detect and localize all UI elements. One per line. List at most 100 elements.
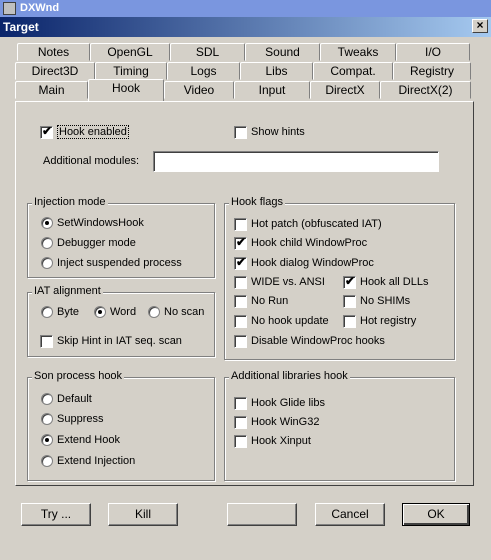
checkbox-box[interactable] — [234, 275, 247, 289]
hook-enabled-checkbox[interactable]: ✔ Hook enabled — [40, 124, 129, 140]
radio-label: Byte — [57, 306, 80, 318]
no-run-checkbox[interactable]: No Run — [234, 293, 288, 309]
close-button[interactable]: × — [472, 19, 488, 33]
hook-child-windowproc-checkbox[interactable]: ✔ Hook child WindowProc — [234, 235, 367, 251]
radio-suppress[interactable]: Suppress — [41, 411, 103, 427]
tab-registry[interactable]: Registry — [393, 62, 471, 80]
hook-wing32-checkbox[interactable]: Hook WinG32 — [234, 414, 319, 430]
radio-circle[interactable] — [41, 455, 53, 467]
hook-all-dlls-checkbox[interactable]: ✔ Hook all DLLs — [343, 274, 428, 290]
checkmark-icon: ✔ — [42, 123, 53, 138]
radio-circle[interactable] — [41, 413, 53, 425]
wide-vs-ansi-checkbox[interactable]: WIDE vs. ANSI — [234, 274, 325, 290]
checkbox-box[interactable] — [234, 396, 247, 410]
radio-setwindowshook[interactable]: SetWindowsHook — [41, 215, 144, 231]
background-app-titlebar: DXWnd — [0, 0, 491, 17]
no-hook-update-checkbox[interactable]: No hook update — [234, 313, 329, 329]
radio-inject-suspended[interactable]: Inject suspended process — [41, 255, 182, 271]
radio-circle[interactable] — [94, 306, 106, 318]
tab-video[interactable]: Video — [164, 81, 234, 99]
radio-label: Debugger mode — [57, 237, 136, 249]
radio-circle[interactable] — [148, 306, 160, 318]
radio-default[interactable]: Default — [41, 391, 92, 407]
checkbox-box[interactable] — [234, 125, 247, 139]
radio-label: Extend Injection — [57, 455, 136, 467]
hook-dialog-windowproc-checkbox[interactable]: ✔ Hook dialog WindowProc — [234, 255, 374, 271]
checkbox-box[interactable]: ✔ — [234, 235, 247, 250]
show-hints-checkbox[interactable]: Show hints — [234, 124, 305, 140]
radio-debugger-mode[interactable]: Debugger mode — [41, 235, 136, 251]
close-icon: × — [476, 18, 484, 32]
checkbox-box[interactable] — [234, 314, 247, 328]
no-shims-checkbox[interactable]: No SHIMs — [343, 293, 410, 309]
hot-registry-checkbox[interactable]: Hot registry — [343, 313, 416, 329]
checkmark-icon: ✔ — [236, 254, 247, 269]
tab-io[interactable]: I/O — [396, 43, 470, 61]
tab-directx2[interactable]: DirectX(2) — [380, 81, 471, 99]
radio-circle[interactable] — [41, 217, 53, 229]
tab-hook[interactable]: Hook — [88, 79, 164, 101]
radio-no-scan[interactable]: No scan — [148, 304, 204, 320]
checkbox-box[interactable] — [234, 434, 247, 448]
radio-circle[interactable] — [41, 257, 53, 269]
radio-dot-icon — [45, 438, 49, 442]
hook-glide-libs-checkbox[interactable]: Hook Glide libs — [234, 395, 325, 411]
tab-main[interactable]: Main — [15, 81, 88, 99]
radio-circle[interactable] — [41, 237, 53, 249]
tab-sound[interactable]: Sound — [245, 43, 320, 61]
radio-extend-injection[interactable]: Extend Injection — [41, 453, 135, 469]
dialog-title: Target — [3, 20, 39, 34]
checkbox-label: Hot patch (obfuscated IAT) — [251, 218, 382, 230]
checkbox-box[interactable] — [343, 294, 356, 308]
additional-modules-label: Additional modules: — [43, 155, 140, 167]
radio-label: Extend Hook — [57, 434, 120, 446]
tab-input[interactable]: Input — [234, 81, 310, 99]
cancel-button[interactable]: Cancel — [315, 503, 385, 526]
tab-libs[interactable]: Libs — [240, 62, 313, 80]
group-title: Hook flags — [229, 196, 285, 208]
radio-extend-hook[interactable]: Extend Hook — [41, 432, 120, 448]
checkbox-box[interactable] — [343, 314, 356, 328]
radio-circle[interactable] — [41, 306, 53, 318]
checkbox-box[interactable] — [40, 334, 53, 348]
radio-circle[interactable] — [41, 393, 53, 405]
checkbox-label: Hook child WindowProc — [251, 237, 368, 249]
disable-windowproc-hooks-checkbox[interactable]: Disable WindowProc hooks — [234, 333, 385, 349]
hook-xinput-checkbox[interactable]: Hook Xinput — [234, 433, 311, 449]
tab-directx[interactable]: DirectX — [310, 81, 380, 99]
checkbox-box[interactable] — [234, 334, 247, 348]
checkbox-box[interactable]: ✔ — [234, 254, 247, 270]
checkbox-label: Skip Hint in IAT seq. scan — [57, 335, 182, 347]
tab-direct3d[interactable]: Direct3D — [15, 62, 95, 80]
app-icon — [3, 2, 16, 15]
radio-dot-icon — [45, 221, 49, 225]
checkbox-label: Hook enabled — [57, 125, 129, 139]
checkbox-box[interactable] — [234, 415, 247, 429]
radio-word[interactable]: Word — [94, 304, 136, 320]
checkbox-label: Hook all DLLs — [360, 276, 429, 288]
checkbox-box[interactable]: ✔ — [343, 274, 356, 289]
checkbox-box[interactable] — [234, 217, 247, 231]
tab-logs[interactable]: Logs — [167, 62, 240, 80]
tab-tweaks[interactable]: Tweaks — [320, 43, 396, 61]
tab-notes[interactable]: Notes — [17, 43, 90, 61]
checkbox-label: Hook WinG32 — [251, 416, 320, 428]
tab-timing[interactable]: Timing — [95, 62, 167, 80]
checkbox-label: Hook Glide libs — [251, 397, 325, 409]
radio-circle[interactable] — [41, 434, 53, 446]
checkbox-box[interactable]: ✔ — [40, 123, 53, 139]
radio-label: Suppress — [57, 413, 104, 425]
tab-compat[interactable]: Compat. — [313, 62, 393, 80]
checkbox-box[interactable] — [234, 294, 247, 308]
tab-opengl[interactable]: OpenGL — [90, 43, 170, 61]
blank-button[interactable] — [227, 503, 297, 526]
hot-patch-checkbox[interactable]: Hot patch (obfuscated IAT) — [234, 216, 382, 232]
ok-button[interactable]: OK — [402, 503, 470, 526]
tab-sdl[interactable]: SDL — [170, 43, 245, 61]
additional-modules-input[interactable] — [153, 151, 439, 172]
radio-label: Word — [110, 306, 137, 318]
skip-hint-checkbox[interactable]: Skip Hint in IAT seq. scan — [40, 333, 182, 349]
radio-byte[interactable]: Byte — [41, 304, 79, 320]
try-button[interactable]: Try ... — [21, 503, 91, 526]
kill-button[interactable]: Kill — [108, 503, 178, 526]
